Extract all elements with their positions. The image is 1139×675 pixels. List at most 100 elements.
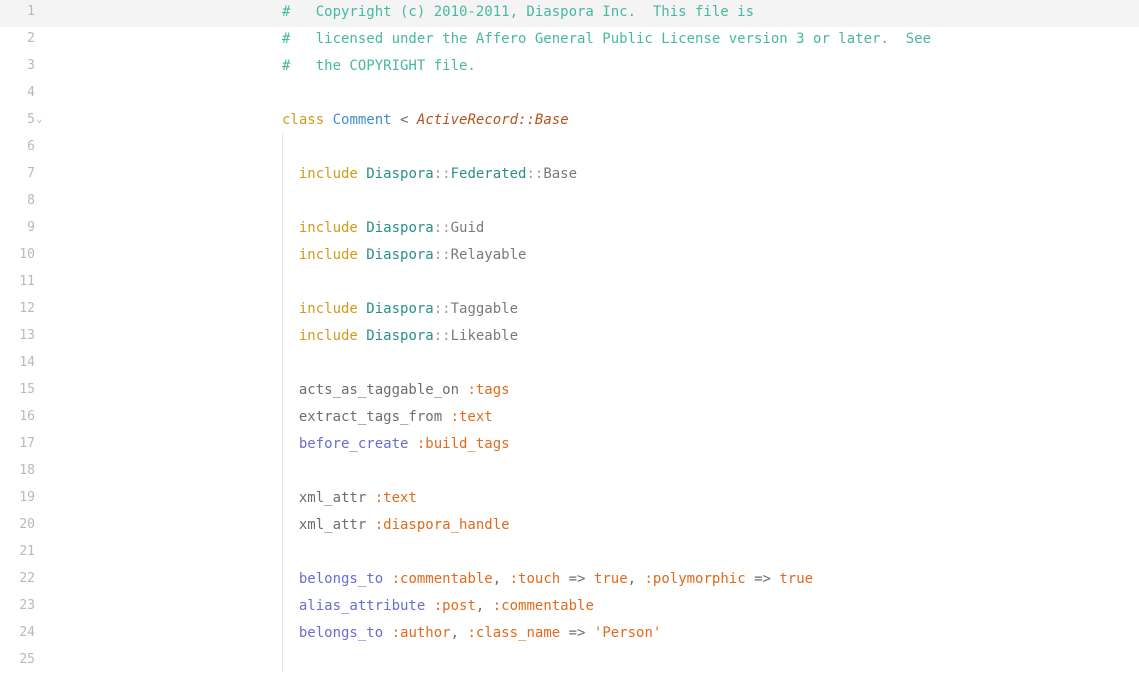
code-line[interactable]: 20 xml_attr :diaspora_handle bbox=[0, 513, 1139, 540]
code-token: acts_as_taggable_on bbox=[282, 382, 468, 398]
code-token: Taggable bbox=[450, 301, 519, 317]
line-number: 6 bbox=[27, 139, 35, 154]
code-line[interactable]: 3 # the COPYRIGHT file. bbox=[0, 54, 1139, 81]
line-number: 21 bbox=[19, 544, 35, 559]
code-token: # the COPYRIGHT file. bbox=[282, 58, 476, 74]
line-number: 5 bbox=[27, 112, 35, 127]
code-token: :tags bbox=[467, 382, 510, 398]
code-line[interactable]: 12 include Diaspora::Taggable bbox=[0, 297, 1139, 324]
line-number: 4 bbox=[27, 85, 35, 100]
code-line[interactable]: 2 # licensed under the Affero General Pub… bbox=[0, 27, 1139, 54]
line-number: 23 bbox=[19, 598, 35, 613]
code-token: extract_tags_from bbox=[282, 409, 451, 425]
code-line[interactable]: 25 bbox=[0, 648, 1139, 675]
line-number: 12 bbox=[19, 301, 35, 316]
code-token: => bbox=[745, 571, 780, 587]
code-line[interactable]: 11 bbox=[0, 270, 1139, 297]
code-editor[interactable]: 1 # Copyright (c) 2010-2011, Diaspora Inc… bbox=[0, 0, 1139, 672]
code-line[interactable]: 15 acts_as_taggable_on :tags bbox=[0, 378, 1139, 405]
code-token: belongs_to bbox=[282, 625, 384, 641]
code-line[interactable]: 17 before_create :build_tags bbox=[0, 432, 1139, 459]
line-number: 24 bbox=[19, 625, 35, 640]
code-token: Diaspora bbox=[366, 328, 434, 344]
code-line[interactable]: 16 extract_tags_from :text bbox=[0, 405, 1139, 432]
code-line[interactable]: 6 bbox=[0, 135, 1139, 162]
code-token: :: bbox=[433, 247, 451, 263]
code-token: :polymorphic bbox=[644, 571, 746, 587]
code-token: xml_attr bbox=[282, 490, 375, 506]
code-token: => bbox=[560, 625, 594, 641]
code-token: :: bbox=[526, 166, 544, 182]
code-token: => bbox=[560, 571, 594, 587]
code-token: :touch bbox=[509, 571, 561, 587]
code-token: Diaspora bbox=[366, 247, 434, 263]
code-line[interactable]: 18 bbox=[0, 459, 1139, 486]
code-line[interactable]: 10 include Diaspora::Relayable bbox=[0, 243, 1139, 270]
code-line[interactable]: 1 # Copyright (c) 2010-2011, Diaspora Inc… bbox=[0, 0, 1139, 27]
line-number: 17 bbox=[19, 436, 35, 451]
code-text: # the COPYRIGHT file. bbox=[282, 54, 476, 78]
code-line[interactable]: 8 bbox=[0, 189, 1139, 216]
code-token: alias_attribute bbox=[282, 598, 426, 614]
code-token: :post bbox=[433, 598, 476, 614]
code-text: include Diaspora::Relayable bbox=[282, 243, 527, 267]
code-token: Likeable bbox=[450, 328, 519, 344]
code-line[interactable]: 24 belongs_to :author, :class_name => 'P… bbox=[0, 621, 1139, 648]
code-token: true bbox=[779, 571, 814, 587]
code-line[interactable]: 23 alias_attribute :post, :commentable bbox=[0, 594, 1139, 621]
code-token: , bbox=[450, 625, 468, 641]
line-number: 15 bbox=[19, 382, 35, 397]
code-token: include bbox=[282, 247, 358, 263]
code-text: extract_tags_from :text bbox=[282, 405, 493, 429]
code-text: before_create :build_tags bbox=[282, 432, 510, 456]
code-line[interactable]: 21 bbox=[0, 540, 1139, 567]
code-line[interactable]: 7 include Diaspora::Federated::Base bbox=[0, 162, 1139, 189]
code-token: # licensed under the Affero General Publ… bbox=[282, 31, 932, 47]
line-number: 14 bbox=[19, 355, 35, 370]
code-token: :: bbox=[433, 166, 451, 182]
code-token: Diaspora bbox=[366, 166, 434, 182]
line-number: 10 bbox=[19, 247, 35, 262]
line-number: 18 bbox=[19, 463, 35, 478]
code-token: :commentable bbox=[391, 571, 493, 587]
code-token: Guid bbox=[450, 220, 485, 236]
code-token: :class_name bbox=[467, 625, 561, 641]
code-token: include bbox=[282, 166, 358, 182]
code-line[interactable]: 9 include Diaspora::Guid bbox=[0, 216, 1139, 243]
code-line[interactable]: 19 xml_attr :text bbox=[0, 486, 1139, 513]
code-text: # Copyright (c) 2010-2011, Diaspora Inc.… bbox=[282, 0, 754, 24]
code-token: :: bbox=[433, 328, 451, 344]
code-token: :build_tags bbox=[416, 436, 510, 452]
line-number: 19 bbox=[19, 490, 35, 505]
code-token: include bbox=[282, 328, 358, 344]
code-line[interactable]: 13 include Diaspora::Likeable bbox=[0, 324, 1139, 351]
code-token: Base bbox=[543, 166, 578, 182]
chevron-down-icon[interactable]: ⌄ bbox=[36, 107, 43, 131]
code-token: :text bbox=[374, 490, 417, 506]
code-text: belongs_to :author, :class_name => 'Pers… bbox=[282, 621, 662, 645]
code-line[interactable]: 5 ⌄ class Comment < ActiveRecord::Base bbox=[0, 108, 1139, 135]
code-line[interactable]: 14 bbox=[0, 351, 1139, 378]
code-token: Comment bbox=[332, 112, 392, 128]
code-line[interactable]: 4 bbox=[0, 81, 1139, 108]
code-token: include bbox=[282, 301, 358, 317]
code-text: alias_attribute :post, :commentable bbox=[282, 594, 594, 618]
line-number: 20 bbox=[19, 517, 35, 532]
code-token: :: bbox=[433, 301, 451, 317]
code-token: , bbox=[627, 571, 645, 587]
code-token: class bbox=[282, 112, 325, 128]
code-token: before_create bbox=[282, 436, 409, 452]
code-text: class Comment < ActiveRecord::Base bbox=[282, 108, 569, 132]
code-token: Diaspora bbox=[366, 301, 434, 317]
code-text: belongs_to :commentable, :touch => true,… bbox=[282, 567, 813, 591]
code-line[interactable]: 22 belongs_to :commentable, :touch => tr… bbox=[0, 567, 1139, 594]
code-token: ActiveRecord::Base bbox=[416, 112, 569, 128]
code-token: Federated bbox=[450, 166, 527, 182]
code-token: :: bbox=[433, 220, 451, 236]
code-token: :text bbox=[450, 409, 493, 425]
code-token: 'Person' bbox=[593, 625, 662, 641]
code-token: :author bbox=[391, 625, 451, 641]
line-number: 16 bbox=[19, 409, 35, 424]
